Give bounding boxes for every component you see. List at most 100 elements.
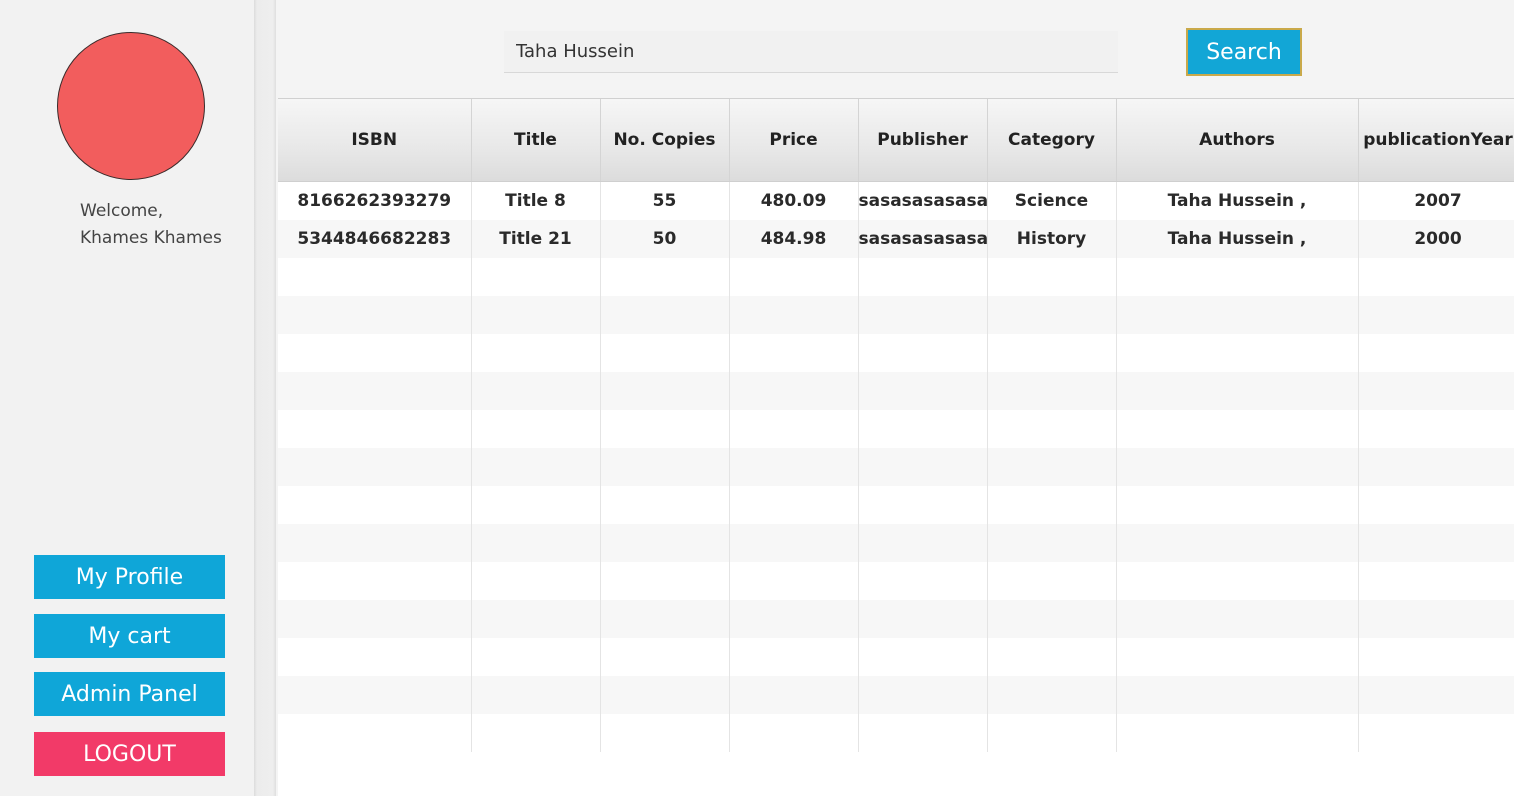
table-cell	[987, 258, 1117, 296]
column-header-no-copies[interactable]: No. Copies	[600, 99, 730, 182]
table-cell	[729, 524, 859, 562]
split-pane-divider[interactable]	[254, 0, 276, 796]
table-cell: 480.09	[729, 181, 859, 220]
table-cell	[987, 600, 1117, 638]
table-cell	[600, 258, 730, 296]
table-cell	[1116, 258, 1359, 296]
column-header-category[interactable]: Category	[987, 99, 1117, 182]
books-table-grid: ISBN Title No. Copies Price Publisher Categor…	[278, 99, 1514, 752]
table-cell	[987, 714, 1117, 752]
table-cell: 55	[600, 181, 730, 220]
table-row[interactable]	[278, 372, 1514, 410]
table-cell	[600, 334, 730, 372]
table-cell	[1116, 334, 1359, 372]
table-cell	[729, 296, 859, 334]
table-cell	[1116, 714, 1359, 752]
admin-panel-button[interactable]: Admin Panel	[34, 672, 225, 716]
table-row[interactable]	[278, 296, 1514, 334]
my-profile-button[interactable]: My Profile	[34, 555, 225, 599]
table-cell	[1358, 334, 1514, 372]
table-cell	[1358, 600, 1514, 638]
table-cell	[471, 638, 601, 676]
table-cell: History	[987, 220, 1117, 258]
table-cell	[1116, 676, 1359, 714]
table-cell	[600, 448, 730, 486]
table-row[interactable]	[278, 410, 1514, 448]
table-cell: 2000	[1358, 220, 1514, 258]
table-cell	[729, 486, 859, 524]
table-cell	[987, 296, 1117, 334]
table-cell	[1116, 410, 1359, 448]
table-cell: sasasasasasa	[858, 220, 988, 258]
table-cell	[987, 486, 1117, 524]
table-cell	[278, 676, 472, 714]
table-cell	[278, 372, 472, 410]
table-cell	[1358, 486, 1514, 524]
search-button[interactable]: Search	[1186, 28, 1302, 76]
table-cell	[600, 524, 730, 562]
table-cell	[987, 562, 1117, 600]
table-cell: 8166262393279	[278, 181, 472, 220]
table-cell	[278, 410, 472, 448]
table-cell	[858, 524, 988, 562]
welcome-greeting: Welcome,	[80, 201, 164, 221]
table-cell	[1116, 562, 1359, 600]
table-row[interactable]	[278, 334, 1514, 372]
table-cell	[858, 600, 988, 638]
app-window: Welcome, Khames Khames My Profile My car…	[0, 0, 1514, 796]
table-cell	[858, 562, 988, 600]
table-cell	[471, 714, 601, 752]
table-cell	[858, 334, 988, 372]
table-cell: Title 21	[471, 220, 601, 258]
books-table: ISBN Title No. Copies Price Publisher Categor…	[278, 98, 1514, 796]
table-cell	[278, 334, 472, 372]
column-header-title[interactable]: Title	[471, 99, 601, 182]
table-cell	[858, 296, 988, 334]
table-cell	[278, 258, 472, 296]
table-row[interactable]: 5344846682283 Title 21 50 484.98 sasasasasas…	[278, 220, 1514, 258]
table-row[interactable]	[278, 714, 1514, 752]
table-cell	[278, 562, 472, 600]
table-row[interactable]	[278, 258, 1514, 296]
table-cell	[1358, 410, 1514, 448]
table-row[interactable]	[278, 638, 1514, 676]
table-row[interactable]	[278, 448, 1514, 486]
table-cell	[278, 296, 472, 334]
table-row[interactable]	[278, 524, 1514, 562]
column-header-price[interactable]: Price	[729, 99, 859, 182]
table-row[interactable]	[278, 562, 1514, 600]
table-cell	[471, 372, 601, 410]
table-cell	[858, 486, 988, 524]
table-cell	[1358, 372, 1514, 410]
table-cell	[471, 296, 601, 334]
table-row[interactable]	[278, 676, 1514, 714]
logout-button[interactable]: LOGOUT	[34, 732, 225, 776]
column-header-publisher[interactable]: Publisher	[858, 99, 988, 182]
column-header-publicationyear[interactable]: publicationYear	[1358, 99, 1514, 182]
table-cell: 5344846682283	[278, 220, 472, 258]
column-header-authors[interactable]: Authors	[1116, 99, 1359, 182]
table-row[interactable]	[278, 600, 1514, 638]
table-cell	[1358, 714, 1514, 752]
column-header-isbn[interactable]: ISBN	[278, 99, 472, 182]
table-row[interactable]	[278, 486, 1514, 524]
table-cell	[471, 676, 601, 714]
main-panel: Search ISBNTitleNo. CopiesPricePublisher…	[276, 0, 1514, 796]
table-row[interactable]: 8166262393279 Title 8 55 480.09 sasasasasasa…	[278, 181, 1514, 220]
my-cart-button[interactable]: My cart	[34, 614, 225, 658]
table-cell	[1116, 600, 1359, 638]
table-cell	[987, 448, 1117, 486]
search-input[interactable]	[504, 31, 1118, 73]
table-cell	[471, 410, 601, 448]
table-cell	[1116, 296, 1359, 334]
table-cell: Taha Hussein ,	[1116, 220, 1359, 258]
table-cell	[1116, 524, 1359, 562]
table-cell	[729, 372, 859, 410]
table-cell	[278, 638, 472, 676]
table-cell	[729, 258, 859, 296]
table-cell	[858, 714, 988, 752]
table-cell	[987, 676, 1117, 714]
table-cell	[987, 334, 1117, 372]
table-cell: Taha Hussein ,	[1116, 181, 1359, 220]
table-cell	[1358, 296, 1514, 334]
